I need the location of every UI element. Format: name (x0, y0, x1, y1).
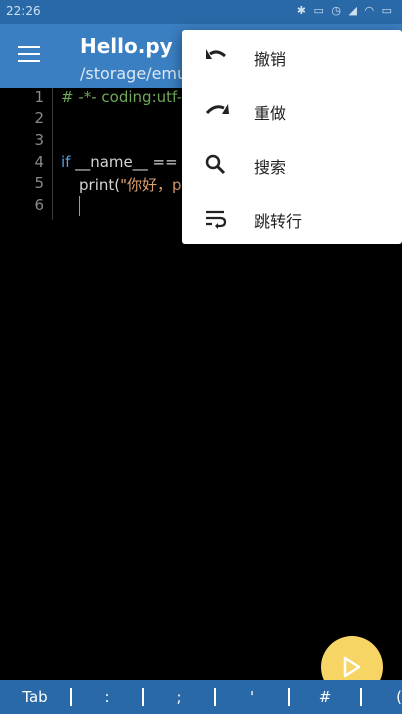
bluetooth-icon: ✱ (296, 4, 308, 17)
key-hash[interactable]: # (290, 680, 360, 714)
menu-item-redo[interactable]: 重做 (182, 84, 402, 138)
file-title: Hello.py (80, 34, 173, 58)
line-number-gutter: 1 2 3 4 5 6 (0, 88, 53, 220)
alarm-icon: ◷ (331, 4, 344, 17)
key-paren[interactable]: ( (362, 680, 402, 714)
battery-icon: ▭ (381, 4, 394, 17)
status-icons: ✱ ▭ ◷ ◢ ◠ ▭ (297, 4, 394, 17)
menu-item-goto-line[interactable]: 跳转行 (182, 192, 402, 246)
wifi-icon: ◠ (364, 4, 377, 17)
menu-item-label: 搜索 (254, 158, 287, 177)
key-semicolon[interactable]: ; (144, 680, 214, 714)
code-line-1: # -*- coding:utf- (61, 88, 182, 106)
line-number: 2 (34, 109, 44, 127)
key-tab[interactable]: Tab (0, 680, 70, 714)
signal-icon: ◢ (348, 4, 359, 17)
vibrate-icon: ▭ (313, 4, 326, 17)
code-line-5: print("你好，p (79, 174, 182, 195)
redo-icon (204, 99, 230, 123)
code-text: print( (79, 176, 121, 194)
symbol-key-bar: Tab : ; ' # ( (0, 680, 402, 714)
menu-item-undo[interactable]: 撤销 (182, 30, 402, 84)
line-number: 3 (34, 131, 44, 149)
file-path: /storage/emu (80, 64, 188, 83)
menu-item-label: 撤销 (254, 50, 287, 69)
text-cursor (79, 196, 80, 216)
menu-icon[interactable] (18, 46, 40, 64)
key-quote[interactable]: ' (216, 680, 288, 714)
menu-item-label: 重做 (254, 104, 287, 123)
line-number: 1 (34, 88, 44, 106)
search-icon (204, 153, 230, 177)
overflow-menu: 撤销 重做 搜索 跳转行 (182, 30, 402, 244)
key-colon[interactable]: : (72, 680, 142, 714)
line-number: 5 (34, 174, 44, 192)
status-time: 22:26 (6, 4, 41, 18)
code-text: __name__ == (70, 153, 178, 171)
menu-item-search[interactable]: 搜索 (182, 138, 402, 192)
wrap-text-icon (204, 207, 230, 231)
play-icon (343, 656, 361, 678)
string-literal: "你好，p (120, 176, 182, 194)
menu-item-label: 跳转行 (254, 212, 303, 231)
line-number: 6 (34, 196, 44, 214)
line-number: 4 (34, 153, 44, 171)
status-bar: 22:26 ✱ ▭ ◷ ◢ ◠ ▭ (0, 0, 402, 24)
code-line-4: if __name__ == (61, 153, 178, 171)
undo-icon (204, 45, 230, 69)
